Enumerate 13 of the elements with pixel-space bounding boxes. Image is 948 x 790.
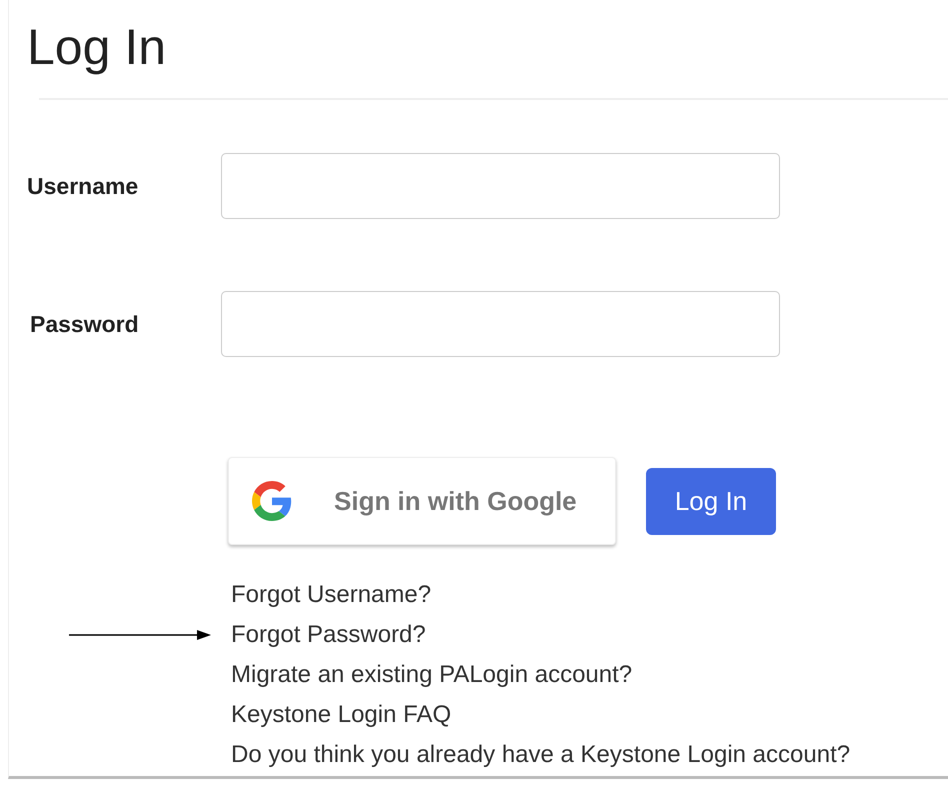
field-label: Password — [30, 310, 140, 338]
google-logo-icon — [252, 481, 292, 521]
page-title: Log In — [26, 18, 166, 76]
log-in-button[interactable]: Log In — [646, 468, 776, 534]
help-link[interactable]: Migrate an existing PALogin account? — [231, 660, 632, 690]
help-link[interactable]: Do you think you already have a Keystone Login account? — [231, 740, 850, 770]
help-link[interactable]: Forgot Password? — [231, 620, 426, 650]
input-field[interactable] — [221, 153, 780, 219]
help-link[interactable]: Forgot Username? — [231, 580, 432, 610]
field-label: Username — [27, 172, 140, 200]
help-link[interactable]: Keystone Login FAQ — [231, 700, 452, 730]
input-field[interactable] — [221, 291, 780, 357]
google-sign-in-button[interactable]: Sign in with Google — [228, 457, 616, 545]
